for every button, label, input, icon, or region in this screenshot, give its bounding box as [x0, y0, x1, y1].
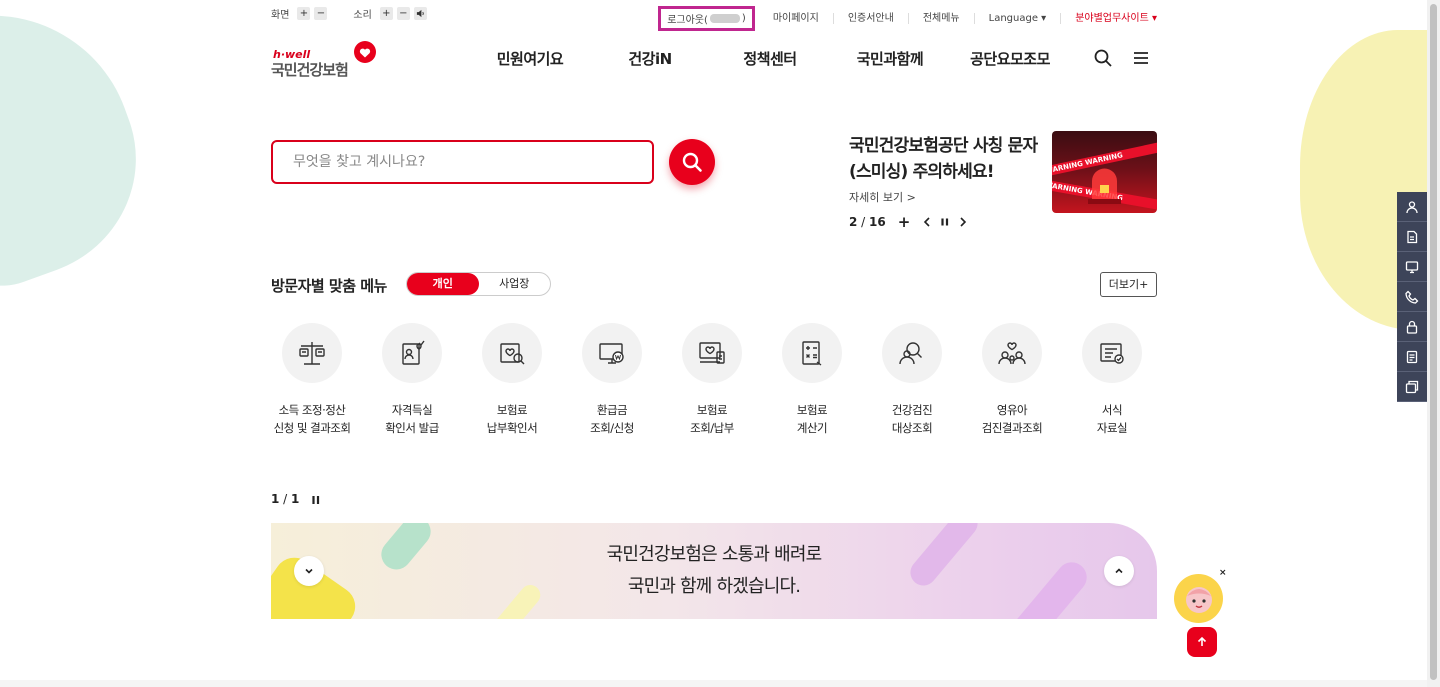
infant-family-icon: [998, 342, 1026, 365]
quick-lock-icon[interactable]: [1397, 312, 1427, 342]
promo-banner[interactable]: 국민건강보험은 소통과 배려로 국민과 함께 하겠습니다.: [271, 523, 1157, 619]
calculator-icon: [802, 341, 822, 366]
arrow-up-icon: [1197, 636, 1207, 646]
search-icon[interactable]: [1093, 48, 1113, 68]
utility-bar: 화면 + − 소리 + − 로그아웃( ) 마이페이지 인증서안내 전체메뉴 L…: [271, 6, 1161, 31]
logout-close-paren: ): [741, 13, 746, 24]
quick-user-icon[interactable]: [1397, 192, 1427, 222]
custom-menu-title: 방문자별 맞춤 메뉴: [271, 277, 387, 295]
gnb-item-civil[interactable]: 민원여기요: [470, 48, 590, 69]
search-button[interactable]: [669, 139, 715, 185]
quick-menu: [1397, 192, 1427, 402]
screen-zoom-label: 화면: [271, 10, 290, 21]
speaker-icon[interactable]: [413, 7, 427, 20]
quick-document-icon[interactable]: [1397, 222, 1427, 252]
banner-pause-icon[interactable]: [311, 494, 321, 506]
visitor-type-toggle: 개인 사업장: [406, 272, 551, 296]
notice-slider: 국민건강보험공단 사칭 문자(스미싱) 주의하세요! 자세히 보기 > 2 / …: [849, 133, 1049, 231]
gnb-item-with-people[interactable]: 국민과함께: [830, 48, 950, 69]
sound-label: 소리: [353, 10, 372, 21]
gnb-item-policy[interactable]: 정책센터: [710, 48, 830, 69]
chatbot-character-icon: [1185, 586, 1212, 613]
chevron-right-icon[interactable]: [958, 217, 968, 227]
sound-up-button[interactable]: +: [379, 7, 393, 20]
site-logo[interactable]: h·well 국민건강보험: [271, 40, 381, 80]
mypage-link[interactable]: 마이페이지: [759, 13, 834, 24]
menu-item-premium-calculator[interactable]: 보험료 계산기: [762, 323, 862, 437]
menu-item-refund[interactable]: 환급금 조회/신청: [562, 323, 662, 437]
chatbot-button[interactable]: [1174, 574, 1223, 623]
checkup-search-icon: [899, 342, 922, 365]
field-sites-select[interactable]: 분야별업무사이트 ▾: [1061, 13, 1161, 24]
receipt-search-icon: [500, 343, 525, 365]
scale-icon: [299, 342, 325, 365]
menu-item-infant-checkup[interactable]: 영유아 검진결과조회: [962, 323, 1062, 437]
scroll-top-button[interactable]: [1187, 627, 1217, 657]
banner-line-2: 국민과 함께 하겠습니다.: [627, 576, 801, 597]
menu-item-checkup-target[interactable]: 건강검진 대상조회: [862, 323, 962, 437]
tab-business[interactable]: 사업장: [479, 273, 551, 295]
menu-item-form-library[interactable]: 서식 자료실: [1062, 323, 1162, 437]
all-menu-link[interactable]: 전체메뉴: [909, 13, 975, 24]
main-navigation: 민원여기요 건강iN 정책센터 국민과함께 공단요모조모: [470, 48, 1070, 69]
banner-expand-button[interactable]: [1104, 556, 1134, 586]
notice-plus-button[interactable]: +: [898, 213, 911, 231]
quick-list-icon[interactable]: [1397, 342, 1427, 372]
banner-pager: 1 / 1: [271, 492, 321, 506]
chevron-down-icon: [305, 568, 313, 574]
language-select[interactable]: Language ▾: [975, 13, 1062, 24]
search-icon: [682, 152, 702, 172]
quick-phone-icon[interactable]: [1397, 282, 1427, 312]
notice-more-link[interactable]: 자세히 보기 >: [849, 189, 1049, 205]
banner-page-indicator: 1 / 1: [271, 492, 300, 506]
gnb-item-about[interactable]: 공단요모조모: [950, 48, 1070, 69]
logout-link[interactable]: 로그아웃( ): [658, 6, 755, 31]
chevron-up-icon: [1115, 568, 1123, 574]
chevron-left-icon[interactable]: [922, 217, 932, 227]
certificate-guide-link[interactable]: 인증서안내: [834, 13, 909, 24]
refund-monitor-icon: [599, 343, 624, 364]
notice-page-indicator: 2 / 16: [849, 215, 886, 229]
logout-label: 로그아웃(: [667, 15, 708, 26]
custom-menu-list: 소득 조정·정산 신청 및 결과조회 자격득실 확인서 발급 보험료 납부확인서 환급…: [262, 323, 1162, 437]
logo-name: 국민건강보험: [271, 61, 349, 79]
quick-monitor-icon[interactable]: [1397, 252, 1427, 282]
decor-blob-left: [0, 0, 169, 315]
payment-icon: [699, 342, 725, 364]
banner-collapse-button[interactable]: [294, 556, 324, 586]
banner-line-1: 국민건강보험은 소통과 배려로: [606, 544, 823, 565]
pause-icon[interactable]: [940, 217, 950, 227]
search-box: [271, 140, 654, 184]
scrollbar-thumb[interactable]: [1430, 4, 1437, 680]
notice-title[interactable]: 국민건강보험공단 사칭 문자(스미싱) 주의하세요!: [849, 133, 1049, 185]
screen-zoom-in-button[interactable]: +: [297, 7, 311, 20]
tab-personal[interactable]: 개인: [407, 273, 479, 295]
gnb-item-health-in[interactable]: 건강iN: [590, 48, 710, 69]
certificate-icon: [402, 340, 425, 365]
chatbot-close-button[interactable]: ×: [1219, 568, 1227, 578]
menu-item-qualification-cert[interactable]: 자격득실 확인서 발급: [362, 323, 462, 437]
user-name-blurred: [709, 14, 740, 23]
heart-logo-icon: [354, 41, 376, 63]
page-bottom-edge: [0, 680, 1427, 687]
custom-menu-more-button[interactable]: 더보기+: [1100, 272, 1157, 297]
menu-item-payment-confirm[interactable]: 보험료 납부확인서: [462, 323, 562, 437]
vertical-scrollbar[interactable]: [1427, 0, 1440, 687]
notice-thumbnail[interactable]: WARNING WARNING WARNING WARNING: [1052, 131, 1157, 213]
menu-item-income-adjust[interactable]: 소득 조정·정산 신청 및 결과조회: [262, 323, 362, 437]
form-document-icon: [1100, 343, 1124, 364]
menu-item-premium-pay[interactable]: 보험료 조회/납부: [662, 323, 762, 437]
quick-windows-icon[interactable]: [1397, 372, 1427, 402]
siren-icon: [1088, 168, 1121, 204]
search-input[interactable]: [273, 142, 652, 182]
sound-down-button[interactable]: −: [396, 7, 410, 20]
hamburger-menu-icon[interactable]: [1131, 48, 1151, 68]
screen-zoom-out-button[interactable]: −: [314, 7, 328, 20]
